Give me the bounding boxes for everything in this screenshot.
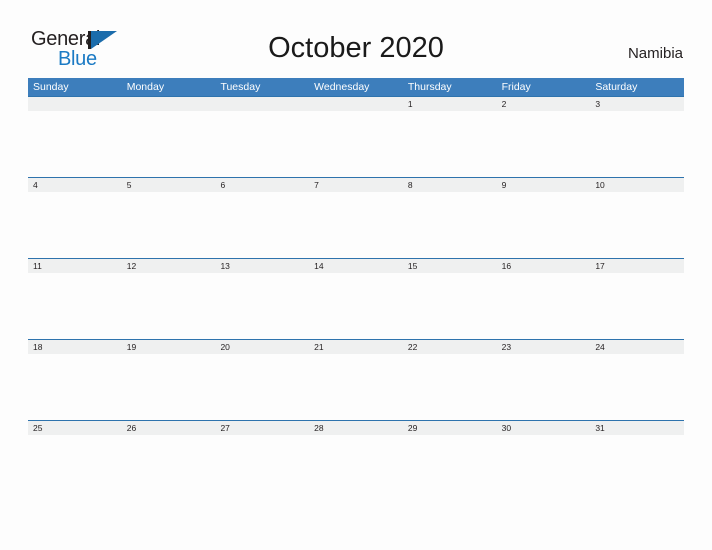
day-cell[interactable]: [122, 97, 216, 111]
week-note-area: [28, 111, 684, 177]
week-date-strip: 1 2 3: [28, 96, 684, 111]
day-note-cell[interactable]: [122, 435, 216, 501]
day-note-cell[interactable]: [497, 273, 591, 339]
weekday-sunday: Sunday: [33, 81, 69, 93]
day-cell[interactable]: 6: [215, 178, 309, 192]
day-note-cell[interactable]: [122, 192, 216, 258]
calendar-page: General Blue October 2020 Namibia Sunday…: [0, 0, 712, 550]
day-note-cell[interactable]: [590, 435, 684, 501]
day-note-cell[interactable]: [122, 354, 216, 420]
weekday-wednesday: Wednesday: [314, 81, 370, 93]
day-note-cell[interactable]: [28, 111, 122, 177]
weekday-monday: Monday: [126, 81, 165, 93]
week-date-strip: 4 5 6 7 8 9 10: [28, 177, 684, 192]
day-note-cell[interactable]: [403, 435, 497, 501]
weekday-friday: Friday: [501, 81, 531, 93]
day-cell[interactable]: 8: [403, 178, 497, 192]
day-note-cell[interactable]: [497, 354, 591, 420]
day-cell[interactable]: 13: [215, 259, 309, 273]
calendar-week-row: 11 12 13 14 15 16 17: [28, 258, 684, 339]
day-note-cell[interactable]: [590, 192, 684, 258]
week-note-area: [28, 273, 684, 339]
week-note-area: [28, 354, 684, 420]
week-date-strip: 18 19 20 21 22 23 24: [28, 339, 684, 354]
weekday-saturday: Saturday: [595, 81, 638, 93]
day-cell[interactable]: 4: [28, 178, 122, 192]
day-cell[interactable]: 26: [122, 421, 216, 435]
day-note-cell[interactable]: [28, 435, 122, 501]
day-cell[interactable]: 3: [590, 97, 684, 111]
day-note-cell[interactable]: [215, 273, 309, 339]
day-cell[interactable]: 17: [590, 259, 684, 273]
day-note-cell[interactable]: [28, 192, 122, 258]
week-note-area: [28, 192, 684, 258]
day-note-cell[interactable]: [403, 192, 497, 258]
calendar-week-row: 1 2 3: [28, 96, 684, 177]
day-note-cell[interactable]: [309, 192, 403, 258]
day-cell[interactable]: 18: [28, 340, 122, 354]
day-note-cell[interactable]: [590, 111, 684, 177]
day-cell[interactable]: 24: [590, 340, 684, 354]
day-cell[interactable]: 28: [309, 421, 403, 435]
day-note-cell[interactable]: [403, 273, 497, 339]
day-note-cell[interactable]: [590, 354, 684, 420]
calendar-week-row: 4 5 6 7 8 9 10: [28, 177, 684, 258]
calendar-week-row: 25 26 27 28 29 30 31: [28, 420, 684, 501]
day-cell[interactable]: 19: [122, 340, 216, 354]
day-cell[interactable]: 2: [497, 97, 591, 111]
day-note-cell[interactable]: [122, 273, 216, 339]
day-cell[interactable]: 12: [122, 259, 216, 273]
day-note-cell[interactable]: [590, 273, 684, 339]
weekday-tuesday: Tuesday: [220, 81, 261, 93]
weekday-thursday: Thursday: [407, 81, 452, 93]
day-cell[interactable]: 1: [403, 97, 497, 111]
day-note-cell[interactable]: [28, 273, 122, 339]
day-cell[interactable]: 29: [403, 421, 497, 435]
day-cell[interactable]: 9: [497, 178, 591, 192]
day-note-cell[interactable]: [215, 435, 309, 501]
day-cell[interactable]: 16: [497, 259, 591, 273]
day-note-cell[interactable]: [215, 354, 309, 420]
day-cell[interactable]: 30: [497, 421, 591, 435]
day-cell[interactable]: 7: [309, 178, 403, 192]
week-date-strip: 25 26 27 28 29 30 31: [28, 420, 684, 435]
day-cell[interactable]: 23: [497, 340, 591, 354]
day-cell[interactable]: 5: [122, 178, 216, 192]
week-date-strip: 11 12 13 14 15 16 17: [28, 258, 684, 273]
day-note-cell[interactable]: [309, 435, 403, 501]
day-cell[interactable]: 21: [309, 340, 403, 354]
day-cell[interactable]: 10: [590, 178, 684, 192]
day-cell[interactable]: 25: [28, 421, 122, 435]
week-note-area: [28, 435, 684, 501]
day-note-cell[interactable]: [309, 111, 403, 177]
day-note-cell[interactable]: [215, 192, 309, 258]
day-cell[interactable]: 20: [215, 340, 309, 354]
day-cell[interactable]: 11: [28, 259, 122, 273]
day-note-cell[interactable]: [309, 273, 403, 339]
weekday-header-row: Sunday Monday Tuesday Wednesday Thursday…: [28, 78, 684, 96]
day-cell[interactable]: 22: [403, 340, 497, 354]
calendar-week-row: 18 19 20 21 22 23 24: [28, 339, 684, 420]
day-note-cell[interactable]: [497, 192, 591, 258]
day-cell[interactable]: 15: [403, 259, 497, 273]
day-cell[interactable]: 14: [309, 259, 403, 273]
day-cell[interactable]: [215, 97, 309, 111]
day-note-cell[interactable]: [215, 111, 309, 177]
calendar-grid: Sunday Monday Tuesday Wednesday Thursday…: [28, 78, 684, 501]
day-note-cell[interactable]: [403, 354, 497, 420]
day-note-cell[interactable]: [309, 354, 403, 420]
day-cell[interactable]: [309, 97, 403, 111]
page-header: General Blue October 2020 Namibia: [0, 0, 712, 76]
country-label: Namibia: [627, 45, 683, 62]
day-cell[interactable]: 31: [590, 421, 684, 435]
day-note-cell[interactable]: [403, 111, 497, 177]
day-note-cell[interactable]: [497, 435, 591, 501]
day-note-cell[interactable]: [497, 111, 591, 177]
day-cell[interactable]: 27: [215, 421, 309, 435]
day-note-cell[interactable]: [122, 111, 216, 177]
day-cell[interactable]: [28, 97, 122, 111]
page-title: October 2020: [268, 32, 444, 64]
day-note-cell[interactable]: [28, 354, 122, 420]
